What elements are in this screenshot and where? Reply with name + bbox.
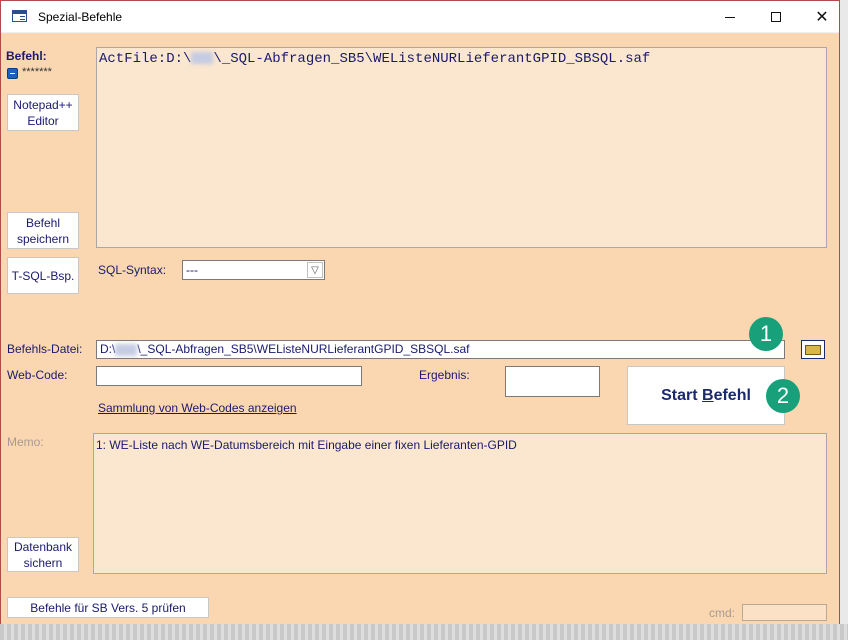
start-label-accesskey: B (702, 386, 714, 404)
maximize-icon (771, 12, 781, 22)
redacted-segment (191, 52, 214, 65)
title-bar: Spezial-Befehle ✕ (1, 1, 839, 33)
sql-syntax-value: --- (186, 263, 198, 277)
file-label: Befehls-Datei: (7, 342, 83, 356)
browse-folder-button[interactable] (801, 340, 825, 359)
command-textarea[interactable]: ActFile:D:\ \_SQL-Abfragen_SB5\WEListeNUR… (96, 47, 827, 248)
command-text-prefix: ActFile:D:\ (99, 51, 192, 67)
file-path-suffix: \_SQL-Abfragen_SB5\WEListeNURLieferantGP… (137, 342, 470, 356)
save-command-button[interactable]: Befehl speichern (7, 212, 79, 249)
memo-label: Memo: (7, 435, 44, 449)
minimize-icon (725, 16, 735, 18)
tsql-example-button[interactable]: T-SQL-Bsp. (7, 257, 79, 294)
file-path-prefix: D:\ (100, 342, 116, 356)
notepad-editor-button[interactable]: Notepad++ Editor (7, 94, 79, 131)
chevron-down-icon[interactable]: ▽ (307, 262, 323, 278)
maximize-button[interactable] (753, 1, 799, 33)
annotation-badge-2: 2 (766, 379, 800, 413)
file-path-field[interactable]: D:\ \_SQL-Abfragen_SB5\WEListeNURLieferan… (96, 340, 785, 359)
close-button[interactable]: ✕ (799, 1, 845, 33)
memo-text: 1: WE-Liste nach WE-Datumsbereich mit Ei… (96, 438, 517, 452)
webcode-input[interactable] (96, 366, 362, 386)
webcode-collection-link[interactable]: Sammlung von Web-Codes anzeigen (98, 401, 297, 415)
ergebnis-label: Ergebnis: (419, 368, 470, 382)
backup-database-button[interactable]: Datenbank sichern (7, 537, 79, 572)
check-commands-button[interactable]: Befehle für SB Vers. 5 prüfen (7, 597, 209, 618)
torn-bottom-edge (0, 624, 848, 640)
start-command-button[interactable]: Start Befehl (627, 366, 785, 425)
form-icon (12, 10, 27, 22)
main-window: Spezial-Befehle ✕ Befehl: ******* Notepa… (0, 0, 840, 632)
command-text: ActFile:D:\ \_SQL-Abfragen_SB5\WEListeNUR… (99, 51, 650, 67)
collapse-icon[interactable] (7, 68, 18, 79)
window-title: Spezial-Befehle (38, 10, 123, 24)
annotation-badge-1: 1 (749, 317, 783, 351)
start-label-suffix: efehl (713, 386, 751, 404)
memo-textarea[interactable]: 1: WE-Liste nach WE-Datumsbereich mit Ei… (93, 433, 827, 574)
sql-syntax-select[interactable]: --- ▽ (182, 260, 325, 280)
minimize-button[interactable] (707, 1, 753, 33)
webcode-label: Web-Code: (7, 368, 68, 382)
folder-icon (805, 345, 821, 355)
ergebnis-field[interactable] (505, 366, 600, 397)
cmd-label: cmd: (709, 606, 736, 620)
cmd-field[interactable] (742, 604, 827, 621)
start-label-prefix: Start (661, 386, 698, 404)
command-text-suffix: \_SQL-Abfragen_SB5\WEListeNURLieferantGP… (213, 51, 651, 67)
redacted-segment (115, 343, 138, 356)
befehl-label: Befehl: (6, 49, 47, 63)
sql-syntax-label: SQL-Syntax: (98, 263, 167, 277)
password-mask: ******* (22, 66, 52, 78)
